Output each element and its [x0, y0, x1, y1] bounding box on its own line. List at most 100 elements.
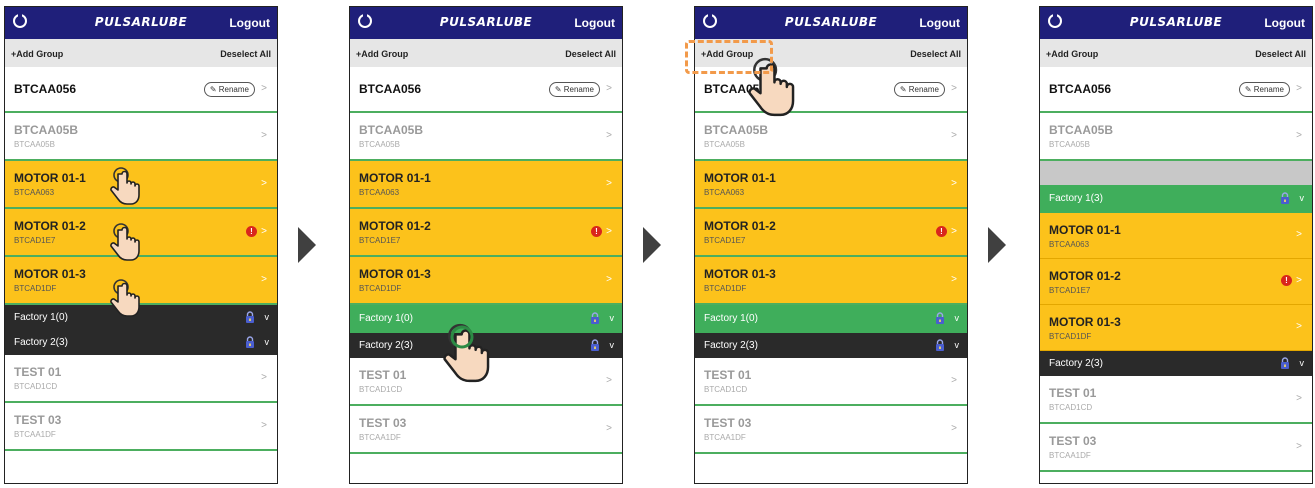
chevron-right-icon[interactable]: > — [1296, 83, 1302, 94]
next-step-arrow-icon — [976, 227, 1006, 263]
device-row[interactable]: TEST 01 BTCAD1CD > — [5, 355, 277, 403]
add-group-button[interactable]: +Add Group — [1046, 49, 1098, 59]
device-row[interactable]: BTCAA05B BTCAA05B > — [1040, 113, 1312, 161]
alert-icon[interactable]: ! — [1281, 275, 1292, 286]
group-name: Factory 2(3) — [14, 336, 68, 348]
chevron-right-icon[interactable]: > — [951, 178, 957, 189]
chevron-down-icon[interactable]: v — [610, 340, 615, 350]
device-id: BTCAA05B — [704, 140, 745, 149]
chevron-right-icon[interactable]: > — [951, 274, 957, 285]
chevron-right-icon[interactable]: > — [1296, 441, 1302, 452]
logout-button[interactable]: Logout — [1264, 16, 1305, 30]
lock-icon[interactable] — [1280, 192, 1290, 207]
device-row[interactable]: MOTOR 01-2 BTCAD1E7! > — [350, 209, 622, 257]
chevron-down-icon[interactable]: v — [1300, 193, 1305, 203]
logout-button[interactable]: Logout — [574, 16, 615, 30]
logout-button[interactable]: Logout — [919, 16, 960, 30]
device-row[interactable]: MOTOR 01-1 BTCAA063 > — [1040, 213, 1312, 259]
chevron-right-icon[interactable]: > — [606, 226, 612, 237]
chevron-right-icon[interactable]: > — [606, 375, 612, 386]
chevron-right-icon[interactable]: > — [606, 178, 612, 189]
chevron-right-icon[interactable]: > — [261, 372, 267, 383]
chevron-right-icon[interactable]: > — [1296, 393, 1302, 404]
group-header[interactable]: Factory 1(0) v — [695, 305, 967, 333]
add-group-button[interactable]: +Add Group — [356, 49, 408, 59]
chevron-down-icon[interactable]: v — [610, 313, 615, 323]
device-row[interactable]: TEST 03 BTCAA1DF > — [350, 406, 622, 454]
alert-icon[interactable]: ! — [591, 226, 602, 237]
chevron-right-icon[interactable]: > — [951, 83, 957, 94]
device-id: BTCAA1DF — [359, 433, 401, 442]
device-row[interactable]: BTCAA056 ✎ Rename > — [1040, 67, 1312, 113]
device-name: TEST 03 — [704, 416, 752, 430]
lock-icon[interactable] — [590, 312, 600, 327]
chevron-right-icon[interactable]: > — [261, 226, 267, 237]
device-id: BTCAD1DF — [359, 284, 402, 293]
device-row[interactable]: TEST 03 BTCAA1DF > — [5, 403, 277, 451]
device-row[interactable]: MOTOR 01-3 BTCAD1DF > — [695, 257, 967, 305]
device-row[interactable]: MOTOR 01-2 BTCAD1E7! > — [1040, 259, 1312, 305]
group-header[interactable]: Factory 2(3) v — [5, 330, 277, 355]
device-row[interactable]: MOTOR 01-3 BTCAD1DF > — [350, 257, 622, 305]
chevron-right-icon[interactable]: > — [606, 83, 612, 94]
device-row[interactable]: BTCAA05B BTCAA05B > — [350, 113, 622, 161]
deselect-all-button[interactable]: Deselect All — [1255, 49, 1306, 59]
chevron-right-icon[interactable]: > — [261, 130, 267, 141]
group-name: Factory 1(0) — [14, 311, 68, 323]
device-row[interactable]: BTCAA05B BTCAA05B > — [5, 113, 277, 161]
lock-icon[interactable] — [935, 312, 945, 327]
lock-icon[interactable] — [935, 338, 945, 354]
alert-icon[interactable]: ! — [246, 226, 257, 237]
chevron-right-icon[interactable]: > — [951, 423, 957, 434]
device-row[interactable]: TEST 01 BTCAD1CD > — [695, 358, 967, 406]
chevron-right-icon[interactable]: > — [1296, 229, 1302, 240]
device-row[interactable]: BTCAA056 ✎ Rename > — [5, 67, 277, 113]
device-row[interactable]: BTCAA056 ✎ Rename > — [350, 67, 622, 113]
group-header[interactable]: Factory 1(3) v — [1040, 185, 1312, 213]
chevron-right-icon[interactable]: > — [261, 83, 267, 94]
group-header[interactable]: Factory 2(3) v — [1040, 351, 1312, 376]
chevron-right-icon[interactable]: > — [606, 130, 612, 141]
deselect-all-button[interactable]: Deselect All — [910, 49, 961, 59]
rename-button[interactable]: ✎ Rename — [203, 82, 255, 97]
lock-icon[interactable] — [245, 310, 255, 326]
chevron-right-icon[interactable]: > — [951, 375, 957, 386]
chevron-right-icon[interactable]: > — [1296, 275, 1302, 286]
device-row[interactable]: TEST 01 BTCAD1CD > — [1040, 376, 1312, 424]
chevron-right-icon[interactable]: > — [951, 226, 957, 237]
group-header[interactable]: Factory 2(3) v — [695, 333, 967, 358]
chevron-down-icon[interactable]: v — [1300, 358, 1305, 368]
lock-icon[interactable] — [245, 335, 255, 351]
chevron-down-icon[interactable]: v — [265, 337, 270, 347]
rename-button[interactable]: ✎ Rename — [1238, 82, 1290, 97]
alert-icon[interactable]: ! — [936, 226, 947, 237]
chevron-right-icon[interactable]: > — [261, 178, 267, 189]
device-row[interactable]: TEST 03 BTCAA1DF > — [1040, 424, 1312, 472]
lock-icon[interactable] — [1280, 356, 1290, 372]
chevron-right-icon[interactable]: > — [261, 274, 267, 285]
chevron-right-icon[interactable]: > — [606, 423, 612, 434]
add-group-button[interactable]: +Add Group — [11, 49, 63, 59]
deselect-all-button[interactable]: Deselect All — [565, 49, 616, 59]
rename-button[interactable]: ✎ Rename — [893, 82, 945, 97]
device-name: MOTOR 01-3 — [14, 267, 86, 281]
device-name: MOTOR 01-2 — [1049, 269, 1121, 283]
device-row[interactable]: BTCAA05B BTCAA05B > — [695, 113, 967, 161]
device-row[interactable]: TEST 03 BTCAA1DF > — [695, 406, 967, 454]
device-row[interactable]: MOTOR 01-3 BTCAD1DF > — [1040, 305, 1312, 351]
chevron-down-icon[interactable]: v — [955, 340, 960, 350]
deselect-all-button[interactable]: Deselect All — [220, 49, 271, 59]
chevron-down-icon[interactable]: v — [955, 313, 960, 323]
chevron-right-icon[interactable]: > — [261, 420, 267, 431]
chevron-right-icon[interactable]: > — [606, 274, 612, 285]
lock-icon[interactable] — [590, 338, 600, 354]
rename-button[interactable]: ✎ Rename — [548, 82, 600, 97]
chevron-right-icon[interactable]: > — [951, 130, 957, 141]
device-row[interactable]: MOTOR 01-1 BTCAA063 > — [695, 161, 967, 209]
chevron-right-icon[interactable]: > — [1296, 321, 1302, 332]
chevron-right-icon[interactable]: > — [1296, 130, 1302, 141]
logout-button[interactable]: Logout — [229, 16, 270, 30]
device-row[interactable]: MOTOR 01-1 BTCAA063 > — [350, 161, 622, 209]
chevron-down-icon[interactable]: v — [265, 312, 270, 322]
device-row[interactable]: MOTOR 01-2 BTCAD1E7! > — [695, 209, 967, 257]
